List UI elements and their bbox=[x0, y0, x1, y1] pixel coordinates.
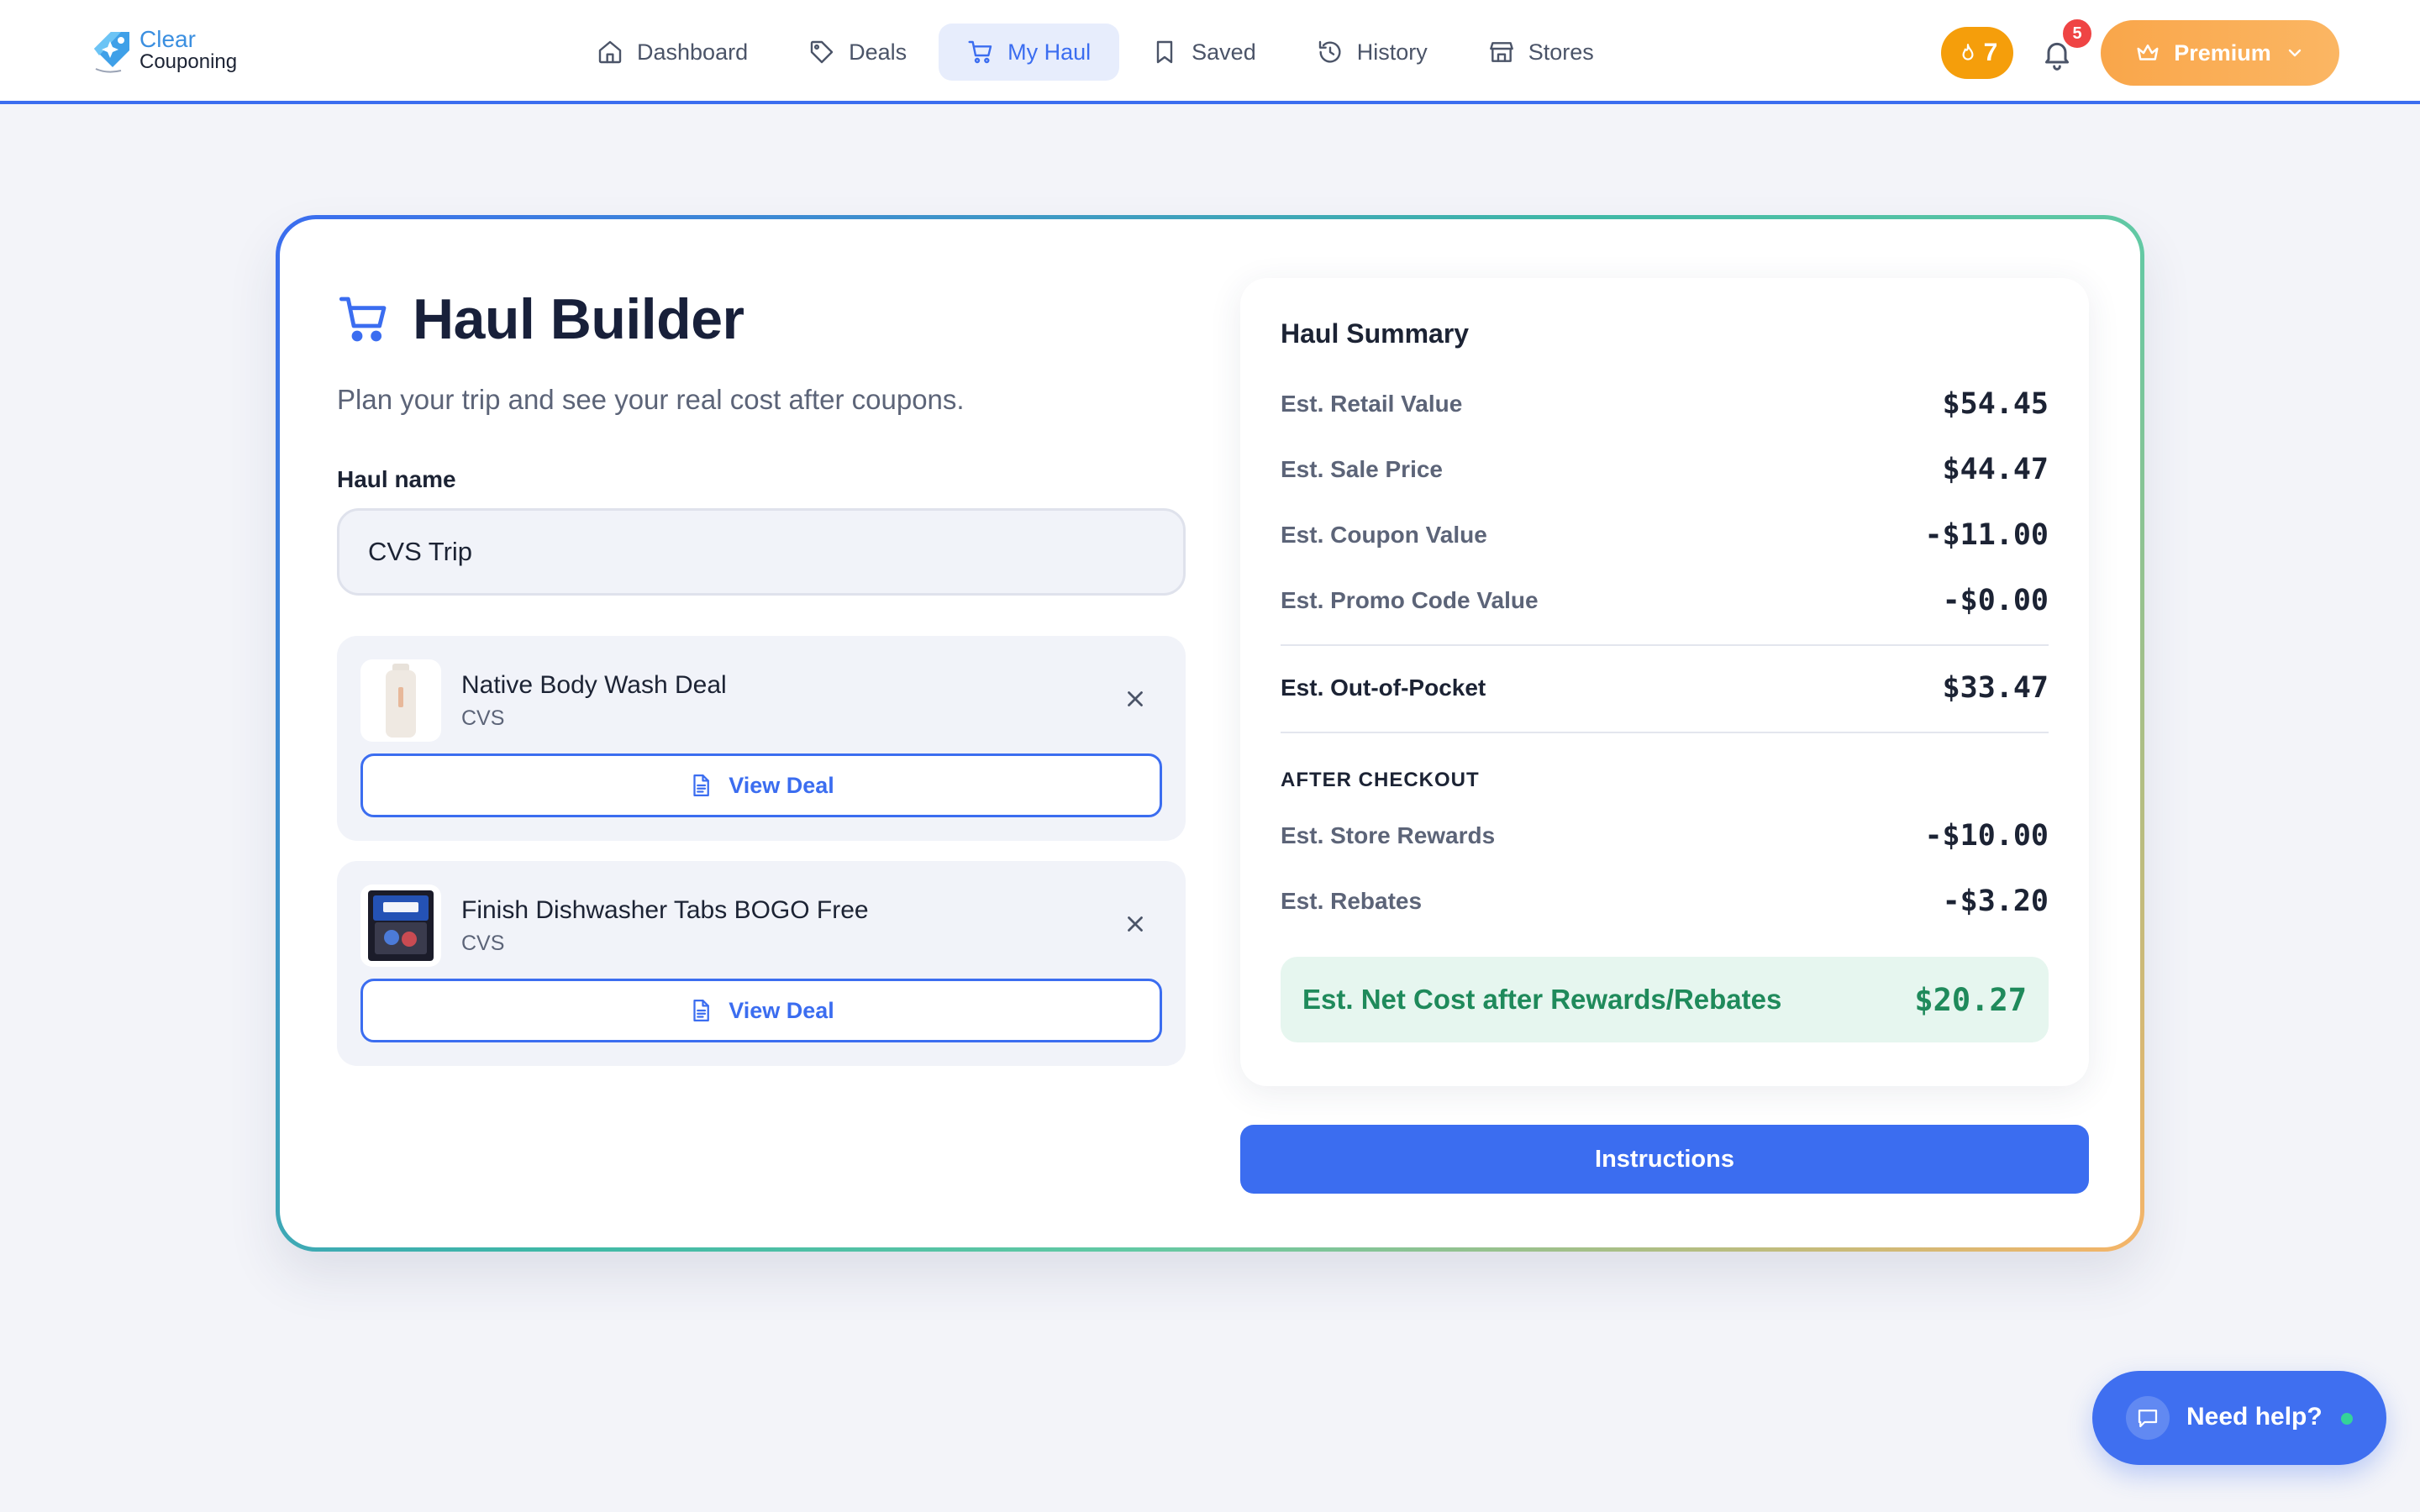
bookmark-icon bbox=[1156, 40, 1173, 64]
nav-item-history[interactable]: History bbox=[1288, 24, 1456, 81]
crown-icon bbox=[2137, 45, 2159, 60]
nav-item-deals[interactable]: Deals bbox=[780, 24, 935, 81]
need-help-button[interactable]: Need help? bbox=[2092, 1371, 2386, 1465]
nav-label-dashboard: Dashboard bbox=[637, 39, 749, 65]
summary-value: -$11.00 bbox=[1924, 518, 2049, 552]
haul-summary-panel: Haul Summary Est. Retail Value $54.45 Es… bbox=[1240, 278, 2089, 1086]
view-deal-button[interactable]: View Deal bbox=[360, 753, 1162, 817]
summary-value: -$3.20 bbox=[1942, 885, 2049, 918]
deal-item: Native Body Wash Deal CVS View Deal bbox=[337, 636, 1186, 841]
tag-icon bbox=[810, 40, 834, 64]
summary-row-store-rewards: Est. Store Rewards -$10.00 bbox=[1281, 817, 2049, 854]
flame-icon bbox=[1962, 44, 1974, 60]
summary-divider bbox=[1281, 732, 2049, 733]
body-wash-bottle-image bbox=[386, 664, 416, 738]
remove-deal-close-icon[interactable] bbox=[1123, 686, 1148, 711]
haul-name-input[interactable] bbox=[337, 508, 1186, 596]
brand-name: Clear Couponing bbox=[139, 25, 238, 73]
home-icon bbox=[598, 40, 622, 64]
document-icon bbox=[693, 774, 710, 796]
summary-label: Est. Sale Price bbox=[1281, 456, 1444, 482]
summary-row-coupon-value: Est. Coupon Value -$11.00 bbox=[1281, 517, 2049, 554]
view-deal-label: View Deal bbox=[729, 772, 834, 798]
nav-label-history: History bbox=[1356, 39, 1428, 65]
cart-icon bbox=[339, 297, 387, 342]
nav-item-dashboard[interactable]: Dashboard bbox=[568, 24, 776, 81]
nav-item-stores[interactable]: Stores bbox=[1460, 24, 1623, 81]
document-icon bbox=[693, 1000, 710, 1021]
summary-row-sale-price: Est. Sale Price $44.47 bbox=[1281, 451, 2049, 488]
summary-row-rebates: Est. Rebates -$3.20 bbox=[1281, 883, 2049, 920]
after-checkout-heading: AFTER CHECKOUT bbox=[1281, 769, 1480, 791]
deal-title: Finish Dishwasher Tabs BOGO Free bbox=[461, 896, 869, 924]
net-cost-label: Est. Net Cost after Rewards/Rebates bbox=[1302, 984, 1782, 1015]
summary-value: $54.45 bbox=[1942, 387, 2049, 421]
brand-line-1: Clear bbox=[139, 25, 196, 52]
page-subtitle: Plan your trip and see your real cost af… bbox=[337, 384, 965, 415]
nav-label-stores: Stores bbox=[1528, 39, 1594, 65]
remove-deal-close-icon[interactable] bbox=[1123, 911, 1148, 937]
summary-value: -$0.00 bbox=[1942, 584, 2049, 617]
view-deal-label: View Deal bbox=[729, 997, 834, 1023]
deal-store: CVS bbox=[461, 932, 505, 955]
view-deal-button[interactable]: View Deal bbox=[360, 979, 1162, 1042]
summary-row-out-of-pocket: Est. Out-of-Pocket $33.47 bbox=[1281, 669, 2049, 706]
chevron-down-icon bbox=[2288, 49, 2301, 57]
top-navigation-bar: Clear Couponing Dashboard Deals My Haul … bbox=[0, 0, 2420, 104]
summary-label: Est. Rebates bbox=[1281, 888, 1423, 914]
deal-item: Finish Dishwasher Tabs BOGO Free CVS Vie… bbox=[337, 861, 1186, 1066]
premium-menu-button[interactable]: Premium bbox=[2101, 20, 2339, 86]
deal-product-image bbox=[360, 885, 441, 967]
summary-divider bbox=[1281, 644, 2049, 646]
brand-logo[interactable]: Clear Couponing bbox=[87, 25, 237, 74]
chat-icon-wrap bbox=[2126, 1396, 2170, 1440]
deal-title: Native Body Wash Deal bbox=[461, 671, 727, 699]
premium-label: Premium bbox=[2174, 39, 2271, 66]
summary-label: Est. Store Rewards bbox=[1281, 822, 1496, 848]
summary-value: -$10.00 bbox=[1924, 819, 2049, 853]
need-help-label: Need help? bbox=[2186, 1403, 2323, 1431]
summary-label: Est. Promo Code Value bbox=[1281, 587, 1539, 613]
brand-line-2: Couponing bbox=[139, 50, 238, 73]
nav-label-deals: Deals bbox=[849, 39, 908, 65]
summary-value: $33.47 bbox=[1942, 671, 2049, 705]
summary-label: Est. Coupon Value bbox=[1281, 522, 1487, 548]
net-cost-value: $20.27 bbox=[1914, 981, 2027, 1018]
store-icon bbox=[1489, 42, 1513, 62]
main-nav: Dashboard Deals My Haul Saved History St… bbox=[568, 24, 1626, 81]
summary-value: $44.47 bbox=[1942, 453, 2049, 486]
page-title-row: Haul Builder bbox=[337, 286, 744, 352]
page-title: Haul Builder bbox=[413, 287, 744, 351]
net-cost-box: Est. Net Cost after Rewards/Rebates $20.… bbox=[1281, 957, 2049, 1042]
streak-count: 7 bbox=[1983, 39, 1998, 66]
online-status-dot bbox=[2341, 1413, 2353, 1425]
nav-item-saved[interactable]: Saved bbox=[1123, 24, 1285, 81]
summary-row-retail: Est. Retail Value $54.45 bbox=[1281, 386, 2049, 423]
nav-label-saved: Saved bbox=[1192, 39, 1256, 65]
nav-item-my-haul[interactable]: My Haul bbox=[939, 24, 1120, 81]
history-icon bbox=[1318, 40, 1341, 63]
chat-icon bbox=[2138, 1410, 2158, 1428]
notification-count-badge: 5 bbox=[2060, 17, 2094, 50]
summary-row-promo-value: Est. Promo Code Value -$0.00 bbox=[1281, 582, 2049, 619]
nav-label-my-haul: My Haul bbox=[1007, 39, 1092, 65]
haul-builder-card-body: Haul Builder Plan your trip and see your… bbox=[280, 219, 2140, 1247]
cart-icon bbox=[968, 40, 992, 64]
haul-name-label: Haul name bbox=[337, 466, 456, 492]
deal-store: CVS bbox=[461, 706, 505, 730]
summary-title: Haul Summary bbox=[1281, 318, 1470, 349]
deal-product-image bbox=[360, 659, 441, 742]
streak-badge[interactable]: 7 bbox=[1941, 27, 2013, 79]
logo-tag-icon bbox=[94, 32, 129, 73]
summary-label: Est. Out-of-Pocket bbox=[1281, 675, 1486, 701]
dishwasher-tabs-box-image bbox=[368, 890, 434, 961]
summary-label: Est. Retail Value bbox=[1281, 391, 1463, 417]
instructions-button[interactable]: Instructions bbox=[1240, 1125, 2089, 1194]
haul-builder-card: Haul Builder Plan your trip and see your… bbox=[276, 215, 2144, 1252]
